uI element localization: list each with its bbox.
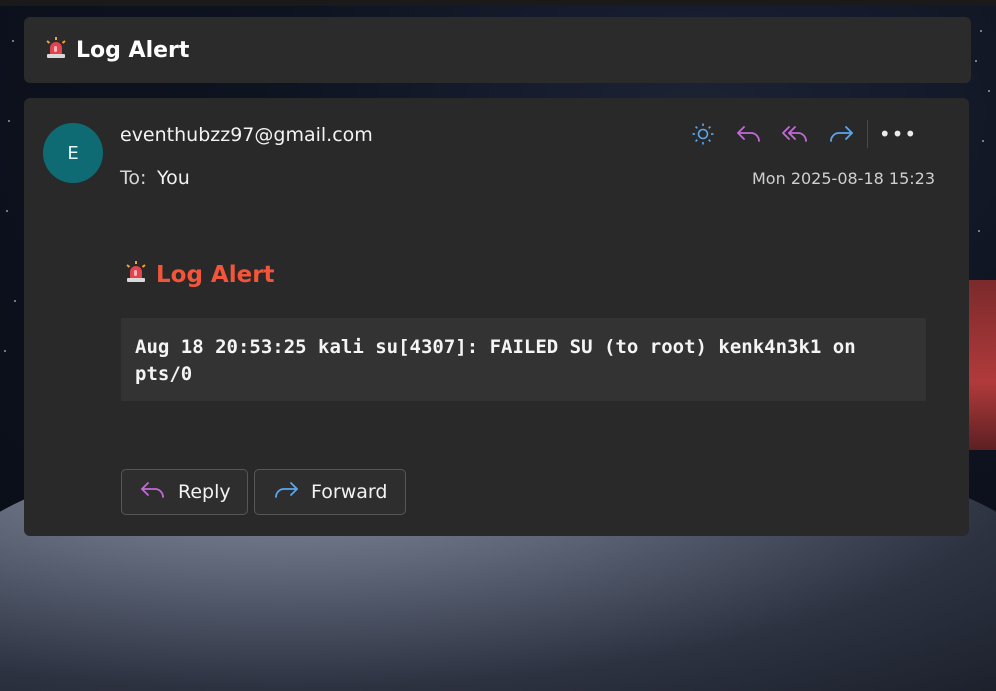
avatar[interactable]: E bbox=[43, 123, 103, 183]
header-bar: Log Alert bbox=[24, 17, 971, 83]
forward-icon[interactable] bbox=[825, 118, 857, 150]
sender-address[interactable]: eventhubzz97@gmail.com bbox=[120, 124, 373, 146]
sun-icon[interactable] bbox=[687, 118, 719, 150]
body-title: Log Alert bbox=[156, 262, 275, 288]
forward-button[interactable]: Forward bbox=[254, 469, 406, 515]
window-title: Log Alert bbox=[76, 37, 190, 63]
window-top-edge bbox=[0, 0, 996, 6]
siren-icon bbox=[124, 260, 148, 290]
reply-icon[interactable] bbox=[733, 118, 765, 150]
message-toolbar: ••• bbox=[687, 118, 928, 150]
reply-all-icon[interactable] bbox=[779, 118, 811, 150]
body-heading: Log Alert bbox=[124, 260, 275, 290]
more-icon[interactable]: ••• bbox=[879, 118, 916, 150]
recipient-name[interactable]: You bbox=[157, 167, 190, 189]
forward-button-label: Forward bbox=[311, 481, 388, 503]
to-label: To: bbox=[120, 167, 147, 189]
forward-icon bbox=[273, 479, 299, 506]
log-message: Aug 18 20:53:25 kali su[4307]: FAILED SU… bbox=[121, 318, 926, 401]
reply-button[interactable]: Reply bbox=[121, 469, 248, 515]
email-card: E eventhubzz97@gmail.com To: You Mon 202… bbox=[24, 98, 969, 536]
message-date: Mon 2025-08-18 15:23 bbox=[752, 169, 935, 188]
siren-icon bbox=[44, 36, 68, 64]
reply-button-label: Reply bbox=[178, 481, 231, 503]
toolbar-divider bbox=[867, 120, 868, 148]
reply-icon bbox=[140, 479, 166, 506]
